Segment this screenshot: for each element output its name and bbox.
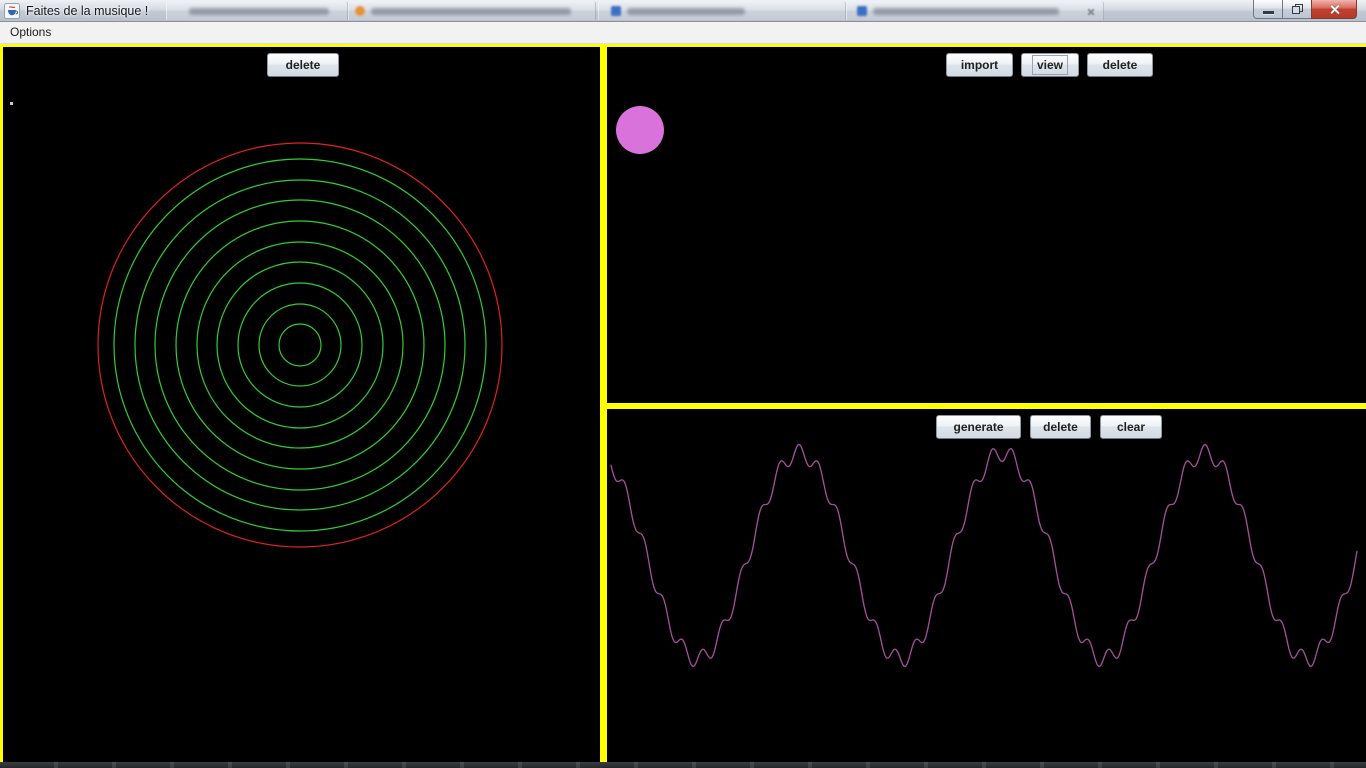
taskbar-strip[interactable] [0,762,1366,768]
app-window: Faites de la musique ! Options delete [0,0,1366,768]
circles-panel[interactable]: delete [3,47,600,762]
delete-button-label: delete [1038,417,1083,437]
view-button-label: view [1032,55,1068,75]
java-coffee-cup-icon [4,3,20,19]
app-title-area: Faites de la musique ! [0,0,168,22]
blurred-tab-text [189,8,329,15]
delete-button-label: delete [281,55,326,75]
orchid-dot[interactable] [616,106,664,154]
menu-options[interactable]: Options [0,22,61,43]
background-browser-tab[interactable] [348,1,596,20]
tab-close-icon[interactable] [1087,8,1095,16]
concentric-circles-figure [98,143,502,547]
tab-favicon-icon [355,6,365,16]
background-browser-tab[interactable] [598,1,846,20]
blurred-tab-text [627,8,745,15]
generate-button[interactable]: generate [936,415,1021,439]
restore-icon [1292,4,1303,14]
import-button-label: import [956,55,1003,75]
menubar: Options [0,22,1366,44]
titlebar[interactable]: Faites de la musique ! [0,0,1366,22]
blurred-tab-text [873,8,1059,15]
delete-button[interactable]: delete [1087,53,1153,77]
delete-button[interactable]: delete [1030,415,1091,439]
restore-button[interactable] [1283,0,1311,19]
import-button[interactable]: import [946,53,1013,77]
content-area: delete import view delete generate delet… [0,44,1366,762]
import-panel[interactable]: import view delete [607,47,1366,403]
waveform-line [611,445,1357,667]
blurred-tab-text [371,8,571,15]
delete-button-label: delete [1098,55,1143,75]
clear-button[interactable]: clear [1100,415,1162,439]
close-icon [1329,4,1340,15]
window-controls [1253,0,1357,19]
stray-pixel-dot [10,102,13,105]
tab-favicon-icon [857,6,867,16]
wave-panel[interactable]: generate delete clear [607,409,1366,762]
background-browser-tab[interactable] [166,1,348,20]
close-button[interactable] [1311,0,1357,19]
delete-button[interactable]: delete [267,53,339,77]
tab-favicon-icon [611,6,621,16]
clear-button-label: clear [1112,417,1150,437]
minimize-icon [1263,11,1274,14]
generate-button-label: generate [948,417,1008,437]
yellow-divider-vertical [600,44,607,762]
minimize-button[interactable] [1253,0,1283,19]
background-browser-tab[interactable] [846,1,1104,20]
window-title: Faites de la musique ! [26,4,148,18]
view-button[interactable]: view [1021,53,1079,77]
